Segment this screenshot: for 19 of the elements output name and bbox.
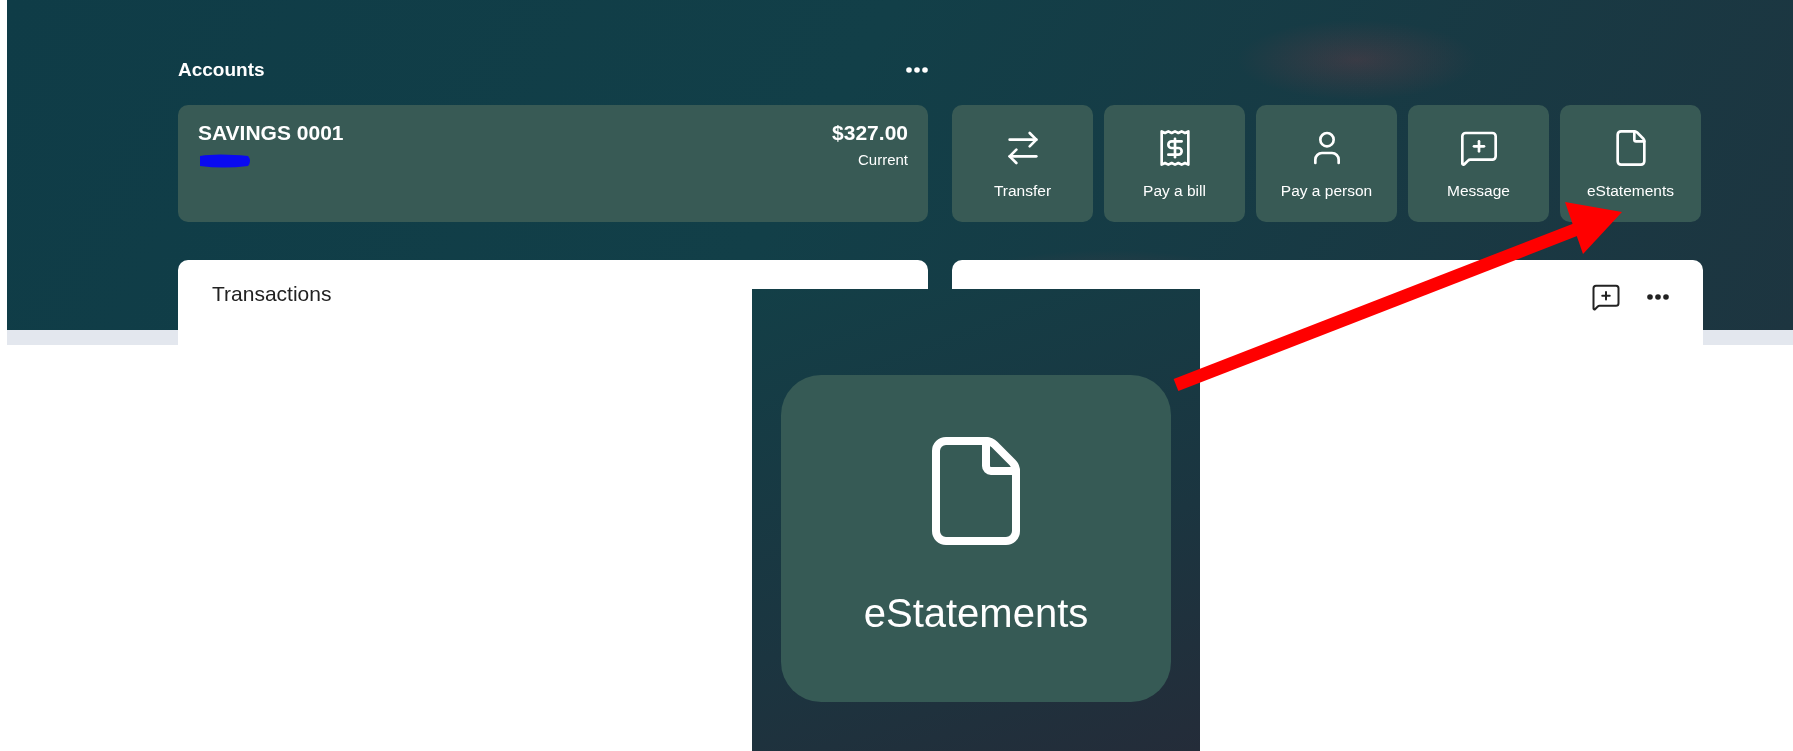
action-button[interactable]: Message bbox=[1408, 105, 1549, 222]
action-button[interactable]: eStatements bbox=[1560, 105, 1701, 222]
redaction-mark bbox=[198, 153, 252, 169]
more-options-button[interactable] bbox=[906, 67, 928, 73]
account-card[interactable]: SAVINGS 0001 $327.00 Current bbox=[178, 105, 928, 222]
ellipsis-icon bbox=[1647, 294, 1669, 300]
action-button[interactable]: Pay a bill bbox=[1104, 105, 1245, 222]
action-button[interactable]: Pay a person bbox=[1256, 105, 1397, 222]
account-name: SAVINGS 0001 bbox=[198, 121, 344, 145]
balance-label: Current bbox=[857, 151, 908, 168]
chat-bubble-plus-icon bbox=[1591, 282, 1621, 312]
more-options-button[interactable] bbox=[1647, 294, 1669, 300]
section-title: Accounts bbox=[178, 59, 265, 81]
new-message-button[interactable] bbox=[1591, 282, 1621, 312]
card-title: Transactions bbox=[212, 282, 332, 306]
estatements-button[interactable]: eStatements bbox=[781, 375, 1171, 702]
ellipsis-icon bbox=[906, 67, 928, 73]
account-balance: $327.00 bbox=[832, 121, 908, 145]
action-button[interactable]: Transfer bbox=[952, 105, 1093, 222]
